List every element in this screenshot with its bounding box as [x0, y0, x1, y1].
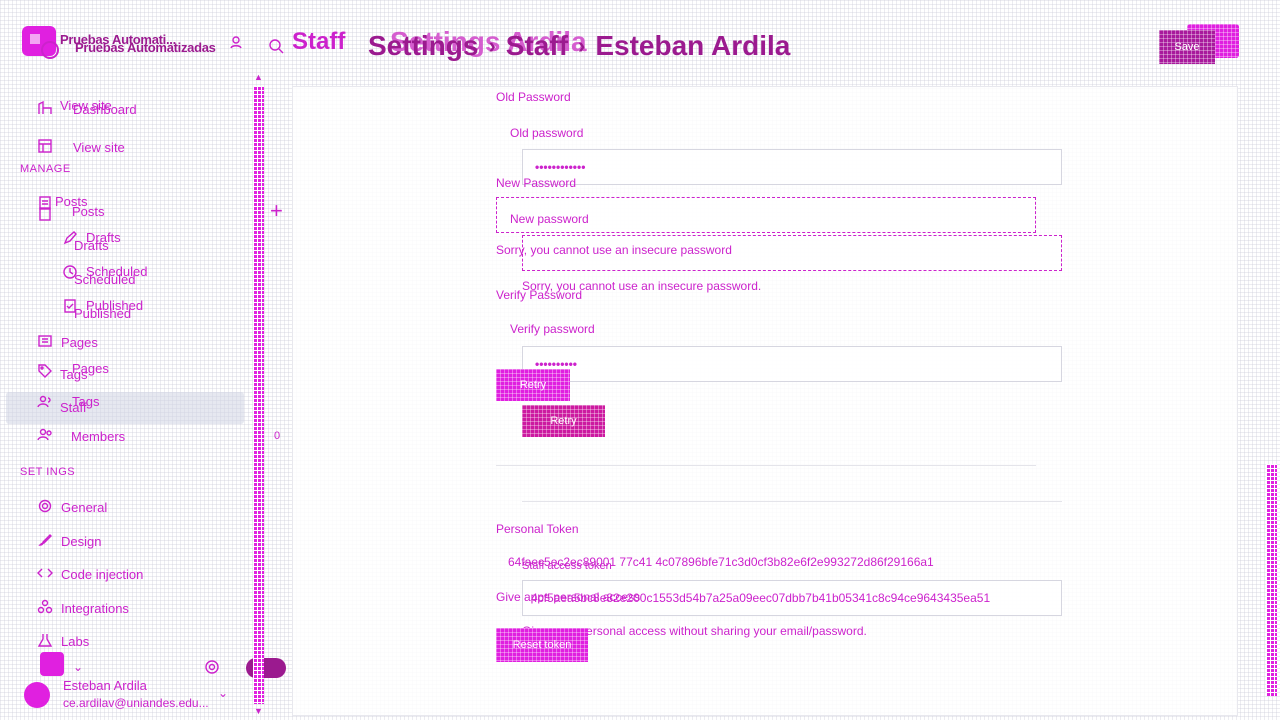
tags-icon [37, 363, 53, 384]
personal-token-label: Personal Token [496, 522, 579, 536]
published-label: Published [74, 306, 132, 321]
search-icon[interactable] [268, 38, 284, 59]
user-name[interactable]: Esteban Ardila [63, 678, 147, 693]
old-password-value: •••••••••••• [535, 160, 586, 174]
sidebar-item-code-injection[interactable]: Code injection [37, 565, 143, 584]
sidebar-item-label: View site [73, 140, 125, 155]
sidebar-item-dashboard[interactable]: Dashboard [37, 100, 137, 119]
tags-ghost-label: Tags [60, 367, 88, 382]
night-mode-toggle[interactable] [246, 658, 286, 678]
sidebar-item-labs[interactable]: Labs [37, 632, 89, 651]
posts-label[interactable]: Posts [72, 204, 105, 219]
sidebar-item-design[interactable]: Design [37, 532, 101, 551]
sidebar-scrollbar[interactable] [253, 86, 264, 704]
flask-icon [37, 632, 53, 651]
user-chevron-icon[interactable]: ⌄ [218, 686, 228, 700]
pages-icon [37, 333, 53, 352]
divider [496, 465, 1036, 466]
sidebar-item-pages[interactable]: Pages [37, 333, 98, 352]
code-injection-label: Code injection [61, 567, 144, 582]
page-title: Esteban Ardila [595, 30, 791, 61]
verify-password-field[interactable]: •••••••••• [522, 346, 1062, 382]
members-icon [37, 427, 53, 446]
verify-password-ghost-label: Verify password [510, 322, 595, 336]
user-email: ce.ardilav@uniandes.edu... [63, 696, 209, 710]
staff-icon [37, 394, 53, 415]
settings-gear-icon[interactable] [204, 659, 220, 680]
ghost-breadcrumb: Staff [292, 28, 346, 55]
gear-icon [37, 498, 53, 517]
save-button[interactable]: Save [1159, 30, 1215, 64]
app-logo-icon[interactable] [20, 24, 60, 60]
new-password-error: Sorry, you cannot use an insecure passwo… [496, 243, 732, 257]
code-icon [37, 565, 53, 584]
general-label: General [61, 500, 108, 515]
new-password-label: New Password [496, 176, 577, 190]
old-password-field[interactable]: •••••••••••• [522, 149, 1062, 185]
user-menu-avatar-icon[interactable] [40, 652, 64, 676]
user-menu-chevron-icon[interactable]: ⌄ [73, 660, 83, 674]
design-label: Design [61, 534, 102, 549]
sidebar: Pruebas Automati... Pruebas Automatizada… [0, 0, 286, 720]
scroll-down-icon[interactable]: ▼ [254, 706, 263, 716]
user-circle-icon[interactable] [228, 34, 244, 55]
manage-section-label: MANAGE [20, 163, 71, 175]
gutter-zero-label: 0 [274, 430, 281, 442]
verify-password-label: Verify Password [496, 288, 583, 302]
breadcrumb-separator: › [578, 33, 586, 58]
scheduled-label: Scheduled [74, 272, 136, 287]
dashboard-icon [37, 100, 53, 119]
retry-button[interactable]: Retry [522, 405, 605, 437]
plus-icon[interactable]: + [270, 198, 283, 224]
settings-section-label-ghost: SET INGS [20, 466, 76, 478]
drafts-label: Drafts [74, 238, 109, 253]
posts-secondary-icon [37, 206, 53, 227]
save-button-label: Save [1174, 41, 1200, 53]
staff-access-token-label: Staff access token [522, 560, 612, 572]
old-password-ghost-label: Old password [510, 126, 584, 140]
sidebar-item-integrations[interactable]: Integrations [37, 599, 129, 618]
app-name[interactable]: Pruebas Automatizadas [75, 40, 216, 55]
breadcrumb-separator: › [488, 33, 496, 58]
integrations-icon [37, 599, 53, 618]
old-password-label: Old Password [496, 90, 571, 104]
change-password-ghost-label: Retry [519, 379, 547, 391]
pages-ghost-label: Pages [61, 335, 98, 350]
breadcrumb-staff[interactable]: Staff [506, 30, 568, 62]
sidebar-item-members[interactable]: Members [37, 427, 125, 446]
scroll-up-icon[interactable]: ▲ [254, 72, 263, 82]
avatar[interactable] [24, 682, 50, 708]
reset-token-button[interactable]: Reset token [496, 628, 588, 662]
divider [522, 501, 1062, 502]
breadcrumb: Settings › Staff › Esteban Ardila [368, 30, 790, 62]
reset-token-label: Reset token [512, 639, 572, 651]
page-scrollbar[interactable] [1266, 464, 1277, 696]
view-site-icon [37, 138, 53, 157]
integrations-label: Integrations [61, 601, 129, 616]
sidebar-item-view-site[interactable]: View site [37, 138, 125, 157]
sidebar-item-general[interactable]: General [37, 498, 107, 517]
change-password-ghost-button[interactable]: Retry [496, 369, 570, 401]
token-help-ghost: Give apps personal access [496, 590, 641, 604]
members-label: Members [71, 429, 126, 444]
labs-label: Labs [61, 634, 90, 649]
retry-button-label: Retry [550, 415, 577, 427]
staff-label: Staff [60, 400, 87, 415]
new-password-ghost-label: New password [510, 212, 589, 226]
brush-icon [37, 532, 53, 551]
sidebar-item-label: Dashboard [73, 102, 137, 117]
breadcrumb-settings[interactable]: Settings [368, 30, 478, 62]
